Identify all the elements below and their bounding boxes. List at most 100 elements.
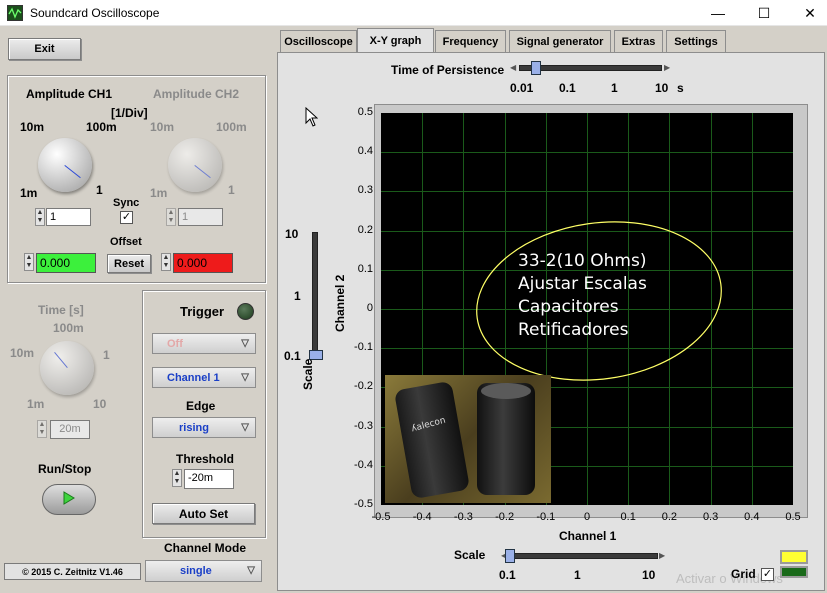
capacitor-photo: ʎalecon <box>385 375 551 503</box>
run-stop-button[interactable] <box>42 484 96 515</box>
overlay-line: 33-2(10 Ohms) <box>518 251 647 271</box>
ch2-scale-10m: 10m <box>150 120 175 134</box>
app-icon <box>7 5 23 21</box>
ch1-value-field[interactable]: 1 <box>46 208 91 226</box>
hscale-tick-10: 10 <box>642 568 656 582</box>
hscale-slider-track[interactable] <box>510 553 658 559</box>
y-tick-label: 0.4 <box>357 145 373 158</box>
hscale-slider-thumb[interactable] <box>505 549 515 563</box>
exit-button[interactable]: Exit <box>8 38 81 60</box>
chevron-down-icon: ▽ <box>241 372 249 383</box>
close-button[interactable]: ✕ <box>787 0 827 26</box>
tab-extras[interactable]: Extras <box>614 30 663 52</box>
auto-set-button[interactable]: Auto Set <box>152 503 255 524</box>
tab-xy-graph[interactable]: X-Y graph <box>357 28 434 53</box>
title-bar: Soundcard Oscilloscope — ☐ ✕ <box>0 0 827 26</box>
trigger-channel-dropdown[interactable]: Channel 1 ▽ <box>152 367 256 388</box>
sync-label: Sync <box>113 197 140 209</box>
offset-ch2-spinner[interactable]: ▲ ▼ <box>161 253 171 271</box>
trigger-label: Trigger <box>180 304 225 319</box>
amplitude-ch2-knob[interactable] <box>168 138 222 192</box>
y-tick-label: -0.1 <box>354 341 373 354</box>
x-tick-label: -0.5 <box>371 511 391 523</box>
chevron-down-icon: ▽ <box>241 422 249 433</box>
ch1-scale-1: 1 <box>96 183 103 197</box>
sync-checkbox[interactable]: ✓ <box>120 211 133 224</box>
tab-frequency[interactable]: Frequency <box>435 30 506 52</box>
offset-reset-button[interactable]: Reset <box>107 254 151 273</box>
overlay-line: Retificadores <box>518 320 629 340</box>
time-knob[interactable] <box>40 341 94 395</box>
hscale-label: Scale <box>454 548 486 562</box>
maximize-button[interactable]: ☐ <box>741 0 787 26</box>
tab-settings[interactable]: Settings <box>666 30 726 52</box>
x-tick-label: 0.3 <box>702 511 719 523</box>
x-tick-label: 0 <box>583 511 591 523</box>
ch2-scale-1m: 1m <box>150 186 168 200</box>
time-scale-100m: 100m <box>53 321 84 335</box>
vscale-slider-track[interactable] <box>312 232 318 356</box>
vscale-tick-01: 0.1 <box>284 349 301 363</box>
time-value-field[interactable]: 20m <box>50 420 90 439</box>
ch1-scale-10m: 10m <box>20 120 45 134</box>
persistence-unit: s <box>677 81 684 95</box>
edge-dropdown[interactable]: rising ▽ <box>152 417 256 438</box>
persistence-tick-10: 10 <box>655 81 669 95</box>
per-div-label: [1/Div] <box>111 106 148 120</box>
x-tick-label: -0.1 <box>536 511 556 523</box>
x-tick-label: -0.3 <box>453 511 473 523</box>
offset-ch1-field[interactable]: 0.000 <box>36 253 96 273</box>
vscale-tick-10: 10 <box>285 227 299 241</box>
threshold-spinner[interactable]: ▲ ▼ <box>172 469 182 487</box>
amplitude-ch2-label: Amplitude CH2 <box>153 87 240 101</box>
time-spinner[interactable]: ▲ ▼ <box>37 420 47 438</box>
y-tick-label: 0.1 <box>357 262 373 275</box>
trigger-mode-dropdown[interactable]: Off ▽ <box>152 333 256 354</box>
x-tick-label: 0.2 <box>661 511 678 523</box>
time-scale-1: 1 <box>103 348 110 362</box>
time-scale-1m: 1m <box>27 397 45 411</box>
xy-plot-area[interactable]: 33-2(10 Ohms) Ajustar Escalas Capacitore… <box>381 113 793 505</box>
persistence-tick-001: 0.01 <box>510 81 534 95</box>
grid-color-swatch[interactable] <box>780 566 808 578</box>
y-tick-label: -0.4 <box>354 458 373 471</box>
persistence-increment-icon[interactable]: ▶ <box>664 63 670 72</box>
tab-oscilloscope[interactable]: Oscilloscope <box>280 30 357 52</box>
trigger-channel-value: Channel 1 <box>167 371 220 384</box>
persistence-tick-01: 0.1 <box>559 81 576 95</box>
hscale-tick-01: 0.1 <box>499 568 516 582</box>
ch1-value-spinner[interactable]: ▲ ▼ <box>35 208 45 226</box>
threshold-label: Threshold <box>176 452 235 466</box>
persistence-tick-1: 1 <box>611 81 618 95</box>
persistence-label: Time of Persistence <box>391 63 505 77</box>
offset-label: Offset <box>110 236 142 248</box>
ch1-scale-1m: 1m <box>20 186 38 200</box>
overlay-line: Ajustar Escalas <box>518 274 647 294</box>
ch2-value-field[interactable]: 1 <box>178 208 223 226</box>
offset-ch2-field[interactable]: 0.000 <box>173 253 233 273</box>
ch2-scale-100m: 100m <box>216 120 247 134</box>
hscale-increment-icon[interactable]: ▶ <box>659 551 665 560</box>
play-icon <box>63 491 75 508</box>
offset-ch1-spinner[interactable]: ▲ ▼ <box>24 253 34 271</box>
ch2-value-spinner[interactable]: ▲ ▼ <box>166 208 176 226</box>
window-title: Soundcard Oscilloscope <box>30 6 160 20</box>
vscale-tick-1: 1 <box>294 289 301 303</box>
tab-signal-generator[interactable]: Signal generator <box>509 30 611 52</box>
run-stop-label: Run/Stop <box>38 462 92 476</box>
persistence-decrement-icon[interactable]: ◀ <box>510 63 516 72</box>
grid-label: Grid <box>731 567 756 581</box>
persistence-slider-thumb[interactable] <box>531 61 541 75</box>
x-tick-label: 0.5 <box>785 511 801 523</box>
amplitude-ch1-knob[interactable] <box>38 138 92 192</box>
minimize-button[interactable]: — <box>695 0 741 26</box>
time-label: Time [s] <box>38 303 84 317</box>
threshold-field[interactable]: -20m <box>184 469 234 489</box>
y-tick-label: -0.3 <box>354 419 373 432</box>
ch2-scale-1: 1 <box>228 183 235 197</box>
channel-mode-dropdown[interactable]: single ▽ <box>145 560 262 582</box>
trace-color-swatch[interactable] <box>780 550 808 564</box>
x-tick-label: -0.4 <box>412 511 432 523</box>
grid-checkbox[interactable]: ✓ <box>761 568 774 581</box>
chevron-down-icon: ▽ <box>241 338 249 349</box>
